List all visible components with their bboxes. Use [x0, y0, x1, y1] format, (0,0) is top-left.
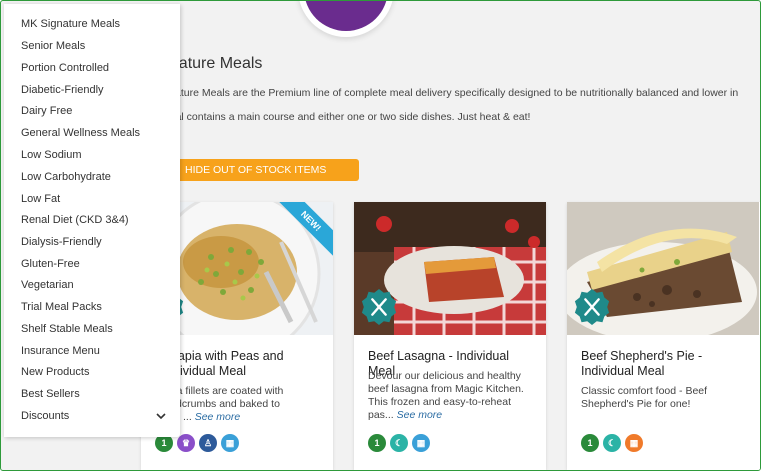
- menu-item-senior-meals[interactable]: Senior Meals: [21, 40, 85, 52]
- product-card[interactable]: Beef Shepherd's Pie - Individual Meal Cl…: [567, 202, 760, 470]
- product-name[interactable]: Beef Shepherd's Pie - Individual Meal: [581, 349, 751, 379]
- menu-item-shelf-stable[interactable]: Shelf Stable Meals: [21, 323, 113, 335]
- product-description: Classic comfort food - Beef Shepherd's P…: [581, 385, 751, 411]
- menu-item-vegetarian[interactable]: Vegetarian: [21, 279, 74, 291]
- menu-item-low-sodium[interactable]: Low Sodium: [21, 149, 82, 161]
- category-description: ignature Meals are the Premium line of c…: [161, 87, 739, 99]
- leaf-icon: ☾: [390, 434, 408, 452]
- menu-item-discounts[interactable]: Discounts: [21, 410, 69, 422]
- menu-item-dialysis-friendly[interactable]: Dialysis-Friendly: [21, 236, 102, 248]
- page-frame: gnature Meals ignature Meals are the Pre…: [0, 0, 761, 471]
- desc-line: beef lasagna from Magic Kitchen.: [368, 383, 524, 395]
- menu-item-insurance-menu[interactable]: Insurance Menu: [21, 345, 100, 357]
- desc-line: pas...: [368, 409, 394, 421]
- menu-item-dairy-free[interactable]: Dairy Free: [21, 105, 72, 117]
- menu-item-mk-signature-meals[interactable]: MK Signature Meals: [21, 18, 120, 30]
- menu-item-gluten-free[interactable]: Gluten-Free: [21, 258, 80, 270]
- menu-item-new-products[interactable]: New Products: [21, 366, 89, 378]
- desc-line: This frozen and easy-to-reheat: [368, 396, 511, 408]
- product-name-line[interactable]: Individual Meal: [581, 364, 664, 378]
- product-description: tilapia fillets are coated with breadcru…: [155, 385, 325, 424]
- product-description: Devour our delicious and healthy beef la…: [368, 370, 538, 422]
- see-more-link[interactable]: See more: [195, 411, 241, 423]
- menu-item-low-carbohydrate[interactable]: Low Carbohydrate: [21, 171, 111, 183]
- menu-item-diabetic-friendly[interactable]: Diabetic-Friendly: [21, 84, 104, 96]
- category-description-2: meal contains a main course and either o…: [161, 111, 531, 123]
- serving-one-icon: 1: [368, 434, 386, 452]
- hide-out-of-stock-button[interactable]: HIDE OUT OF STOCK ITEMS: [171, 159, 359, 181]
- diet-badges: 1 ☾ ▦: [368, 434, 430, 452]
- category-dropdown-menu: MK Signature Meals Senior Meals Portion …: [4, 4, 180, 437]
- menu-item-general-wellness[interactable]: General Wellness Meals: [21, 127, 140, 139]
- crown-icon: ♛: [177, 434, 195, 452]
- calendar-icon: ▦: [412, 434, 430, 452]
- chevron-down-icon[interactable]: [156, 411, 166, 423]
- see-more-link[interactable]: See more: [397, 409, 443, 421]
- desc-line: Shepherd's Pie for one!: [581, 398, 691, 410]
- diet-badges: 1 ☾ ▦: [581, 434, 643, 452]
- desc-line: Devour our delicious and healthy: [368, 370, 521, 382]
- person-icon: ♙: [199, 434, 217, 452]
- product-image[interactable]: [567, 202, 759, 335]
- menu-item-best-sellers[interactable]: Best Sellers: [21, 388, 80, 400]
- menu-item-trial-meal-packs[interactable]: Trial Meal Packs: [21, 301, 102, 313]
- product-card[interactable]: Beef Lasagna - Individual Meal Devour ou…: [354, 202, 546, 470]
- menu-item-portion-controlled[interactable]: Portion Controlled: [21, 62, 109, 74]
- menu-item-renal-diet[interactable]: Renal Diet (CKD 3&4): [21, 214, 129, 226]
- desc-line: Classic comfort food - Beef: [581, 385, 708, 397]
- calendar-icon: ▦: [625, 434, 643, 452]
- product-name-line[interactable]: Beef Shepherd's Pie -: [581, 349, 702, 363]
- logo-badge: [304, 1, 388, 31]
- product-name[interactable]: d Tilapia with Peas and - Individual Mea…: [155, 349, 325, 379]
- serving-one-icon: 1: [581, 434, 599, 452]
- leaf-icon: ☾: [603, 434, 621, 452]
- product-image[interactable]: [354, 202, 546, 335]
- calendar-icon: ▦: [221, 434, 239, 452]
- menu-item-low-fat[interactable]: Low Fat: [21, 193, 60, 205]
- brand-logo[interactable]: [298, 1, 394, 37]
- fork-knife-icon: [361, 288, 397, 326]
- fork-knife-icon: [574, 288, 610, 326]
